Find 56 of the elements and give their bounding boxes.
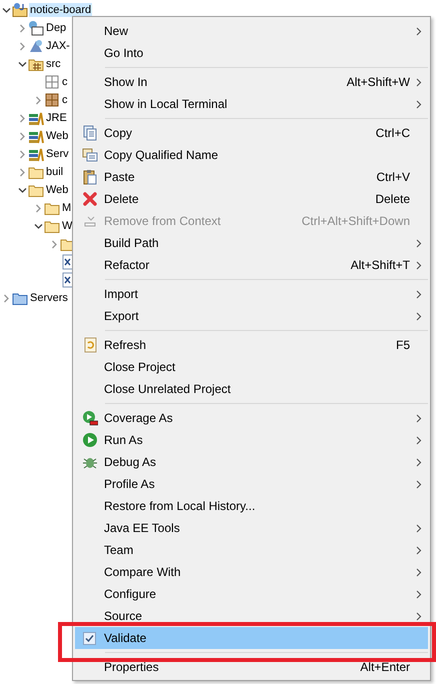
copy-name-icon	[82, 147, 98, 163]
paste-icon	[82, 169, 98, 185]
descriptor-icon	[28, 20, 44, 36]
package-icon	[44, 92, 60, 108]
webservice-icon	[28, 38, 44, 54]
menu-item[interactable]: Build Path	[75, 232, 428, 254]
copy-icon	[82, 125, 98, 141]
menu-item[interactable]: Close Project	[75, 356, 428, 378]
menu-item[interactable]: Configure	[75, 583, 428, 605]
menu-item[interactable]: Java EE Tools	[75, 517, 428, 539]
menu-item[interactable]: Go Into	[75, 42, 428, 64]
menu-item[interactable]: Show in Local Terminal	[75, 93, 428, 115]
tree-item[interactable]: M	[61, 201, 72, 215]
menu-item[interactable]: Validate	[75, 627, 428, 649]
package-empty-icon	[44, 74, 60, 90]
menu-item[interactable]: Delete Delete	[75, 188, 428, 210]
tree-item[interactable]: src	[45, 57, 62, 71]
run-icon	[82, 432, 98, 448]
menu-item[interactable]: Close Unrelated Project	[75, 378, 428, 400]
menu-item[interactable]: Properties Alt+Enter	[75, 656, 428, 678]
menu-item[interactable]: Run As	[75, 429, 428, 451]
menu-item[interactable]: Paste Ctrl+V	[75, 166, 428, 188]
tree-item[interactable]: Web	[45, 183, 70, 197]
menu-item[interactable]: Compare With	[75, 561, 428, 583]
menu-item[interactable]: Team	[75, 539, 428, 561]
refresh-icon	[82, 337, 98, 353]
menu-item[interactable]: Profile As	[75, 473, 428, 495]
tree-item[interactable]: Dep	[45, 21, 68, 35]
menu-item[interactable]: Copy Qualified Name	[75, 144, 428, 166]
library-icon	[28, 146, 44, 162]
tree-item[interactable]: buil	[45, 165, 64, 179]
menu-item[interactable]: Show In Alt+Shift+W	[75, 71, 428, 93]
menu-item[interactable]: Source	[75, 605, 428, 627]
tree-item[interactable]: c	[61, 93, 68, 107]
coverage-icon	[82, 410, 98, 426]
library-icon	[28, 128, 44, 144]
menu-item[interactable]: Import	[75, 283, 428, 305]
menu-item[interactable]: Refresh F5	[75, 334, 428, 356]
library-icon	[28, 110, 44, 126]
menu-item[interactable]: New	[75, 20, 428, 42]
delete-icon	[82, 191, 98, 207]
menu-item[interactable]: Export	[75, 305, 428, 327]
menu-item[interactable]: Debug As	[75, 451, 428, 473]
tree-item[interactable]: JAX-	[45, 39, 71, 53]
menu-item[interactable]: Coverage As	[75, 407, 428, 429]
tree-item[interactable]: W	[61, 219, 74, 233]
tree-item[interactable]: JRE	[45, 111, 68, 125]
tree-item[interactable]: Web	[45, 129, 70, 143]
menu-item[interactable]: Copy Ctrl+C	[75, 122, 428, 144]
menu-item[interactable]: Refactor Alt+Shift+T	[75, 254, 428, 276]
tree-item[interactable]: Serv	[45, 147, 70, 161]
tree-item[interactable]: Servers	[29, 291, 69, 305]
menu-item[interactable]: Restore from Local History...	[75, 495, 428, 517]
tree-item[interactable]: notice-board	[29, 3, 92, 17]
project-icon	[12, 2, 28, 18]
tree-item[interactable]: c	[61, 75, 68, 89]
